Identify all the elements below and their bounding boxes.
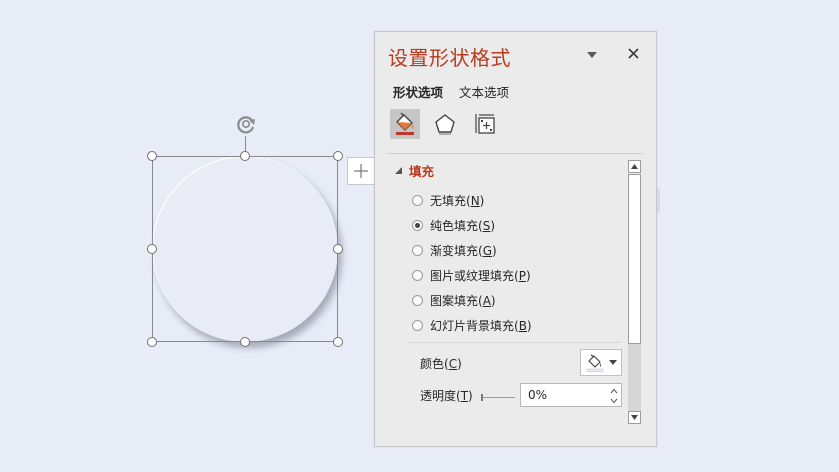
pane-scrollbar[interactable] [627, 160, 642, 425]
close-icon [627, 47, 639, 59]
fill-color-dropdown[interactable] [580, 349, 622, 376]
paint-bucket-icon [586, 354, 603, 372]
chevron-down-icon [608, 360, 617, 365]
color-label: 颜色(C) [420, 357, 462, 371]
spin-down-icon[interactable] [610, 398, 618, 404]
resize-handle-bottom-right[interactable] [333, 337, 343, 347]
resize-handle-bottom-left[interactable] [147, 337, 157, 347]
scroll-track[interactable] [628, 344, 641, 411]
slide-canvas[interactable] [0, 0, 375, 472]
spin-up-icon[interactable] [610, 388, 618, 394]
close-button[interactable] [626, 46, 640, 60]
scroll-up-button[interactable] [628, 160, 641, 173]
divider [387, 153, 643, 154]
plus-icon [354, 164, 368, 178]
divider [408, 342, 621, 343]
fill-line-icon [396, 112, 414, 135]
radio-button[interactable] [412, 294, 423, 306]
transparency-slider[interactable] [481, 393, 515, 402]
resize-handle-top-right[interactable] [333, 151, 343, 161]
radio-button[interactable] [412, 244, 423, 256]
size-properties-button[interactable] [470, 109, 500, 139]
radio-pattern-fill[interactable]: 图案填充(A) [412, 291, 496, 309]
radio-button[interactable] [412, 269, 423, 281]
arrow-down-icon [631, 415, 638, 420]
radio-slide-background-fill[interactable]: 幻灯片背景填充(B) [412, 316, 532, 334]
resize-handle-top[interactable] [240, 151, 250, 161]
radio-gradient-fill[interactable]: 渐变填充(G) [412, 241, 497, 259]
radio-no-fill[interactable]: 无填充(N) [412, 191, 484, 209]
scroll-down-button[interactable] [628, 411, 641, 424]
layout-options-button[interactable] [347, 157, 375, 185]
pane-title: 设置形状格式 [388, 46, 511, 70]
size-properties-icon [475, 114, 495, 134]
transparency-label: 透明度(T) [420, 389, 473, 403]
chevron-down-icon [587, 52, 597, 58]
tab-text-options[interactable]: 文本选项 [459, 82, 509, 101]
pane-options-button[interactable] [586, 50, 598, 60]
resize-handle-right[interactable] [333, 244, 343, 254]
resize-handle-top-left[interactable] [147, 151, 157, 161]
effects-button[interactable] [430, 109, 460, 139]
collapse-arrow-icon [395, 166, 402, 174]
effects-icon [435, 114, 455, 135]
fill-line-button[interactable] [390, 109, 420, 139]
resize-handle-bottom[interactable] [240, 337, 250, 347]
pane-edge [657, 189, 660, 213]
radio-button[interactable] [412, 219, 423, 231]
format-shape-pane: 设置形状格式 形状选项 文本选项 填充 无填充(N) 纯色填充(S) 渐变填充(… [374, 31, 657, 447]
resize-handle-left[interactable] [147, 244, 157, 254]
selection-box [152, 156, 338, 342]
transparency-input[interactable]: 0% [520, 383, 622, 407]
radio-picture-fill[interactable]: 图片或纹理填充(P) [412, 266, 531, 284]
radio-button[interactable] [412, 319, 423, 331]
scroll-thumb[interactable] [628, 174, 641, 344]
radio-solid-fill[interactable]: 纯色填充(S) [412, 216, 495, 234]
fill-section-header[interactable]: 填充 [395, 162, 435, 179]
rotate-icon[interactable] [234, 112, 258, 136]
radio-button[interactable] [412, 194, 423, 206]
fill-section-title: 填充 [409, 163, 435, 179]
arrow-up-icon [631, 164, 638, 169]
tab-shape-options[interactable]: 形状选项 [393, 82, 443, 101]
